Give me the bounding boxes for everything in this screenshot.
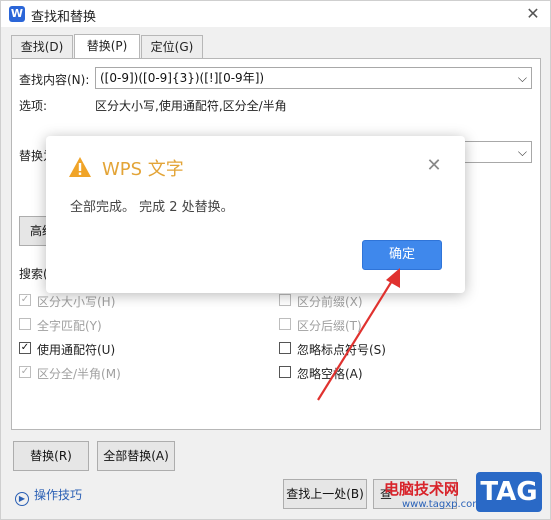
checkbox-label: 忽略空格(A) — [297, 367, 363, 381]
chevron-down-icon[interactable]: ⌵ — [518, 68, 527, 88]
checkbox-label: 区分大小写(H) — [37, 295, 116, 309]
checkbox-box[interactable]: ✓ — [19, 342, 31, 354]
tips-label: 操作技巧 — [34, 488, 83, 502]
checkbox-box[interactable] — [279, 318, 291, 330]
checkbox-label: 使用通配符(U) — [37, 343, 116, 357]
wps-app-icon: W — [9, 6, 25, 22]
replace-all-button[interactable]: 全部替换(A) — [97, 441, 175, 471]
find-previous-button[interactable]: 查找上一处(B) — [283, 479, 367, 509]
window-title: 查找和替换 — [31, 10, 97, 25]
search-label: 搜索( — [19, 267, 48, 281]
checkbox-box[interactable] — [19, 318, 31, 330]
dialog-title: WPS 文字 — [102, 159, 184, 180]
checkbox-box[interactable] — [279, 366, 291, 378]
checkbox-label: 忽略标点符号(S) — [297, 343, 386, 357]
checkbox-label: 区分后缀(T) — [297, 319, 362, 333]
title-bar: W 查找和替换 ✕ — [1, 1, 550, 27]
play-icon: ▶ — [15, 492, 29, 506]
find-input-value: ([0-9])([0-9]{3})([!][0-9年]) — [100, 71, 265, 85]
dialog-message: 全部完成。 完成 2 处替换。 — [70, 200, 234, 215]
options-label: 选项: — [19, 99, 48, 113]
checkbox-box[interactable] — [279, 342, 291, 354]
warning-icon — [69, 157, 91, 177]
chevron-down-icon[interactable]: ⌵ — [518, 142, 527, 162]
checkbox-box[interactable]: ✓ — [19, 366, 31, 378]
checkbox-label: 全字匹配(Y) — [37, 319, 102, 333]
wps-alert-dialog: WPS 文字 ✕ 全部完成。 完成 2 处替换。 确定 — [46, 136, 465, 293]
tab-find[interactable]: 查找(D) — [11, 35, 73, 58]
ok-button[interactable]: 确定 — [362, 240, 442, 270]
checkbox-box[interactable] — [279, 294, 291, 306]
checkbox-label: 区分前缀(X) — [297, 295, 363, 309]
find-label: 查找内容(N): — [19, 73, 90, 87]
watermark-site-name: 电脑技术网 — [384, 480, 460, 498]
checkbox-label: 区分全/半角(M) — [37, 367, 121, 381]
tab-replace[interactable]: 替换(P) — [74, 34, 140, 59]
replace-button[interactable]: 替换(R) — [13, 441, 89, 471]
options-value: 区分大小写,使用通配符,区分全/半角 — [95, 99, 287, 113]
watermark-tag-logo: TAG — [476, 472, 542, 512]
find-input[interactable]: ([0-9])([0-9]{3})([!][0-9年]) ⌵ — [95, 67, 532, 89]
tab-goto[interactable]: 定位(G) — [141, 35, 203, 58]
tips-link[interactable]: ▶ 操作技巧 — [15, 486, 82, 506]
checkbox-box[interactable]: ✓ — [19, 294, 31, 306]
window-close-icon[interactable]: ✕ — [523, 4, 543, 24]
watermark-url: www.tagxp.com — [402, 499, 482, 510]
close-icon[interactable]: ✕ — [424, 156, 444, 176]
